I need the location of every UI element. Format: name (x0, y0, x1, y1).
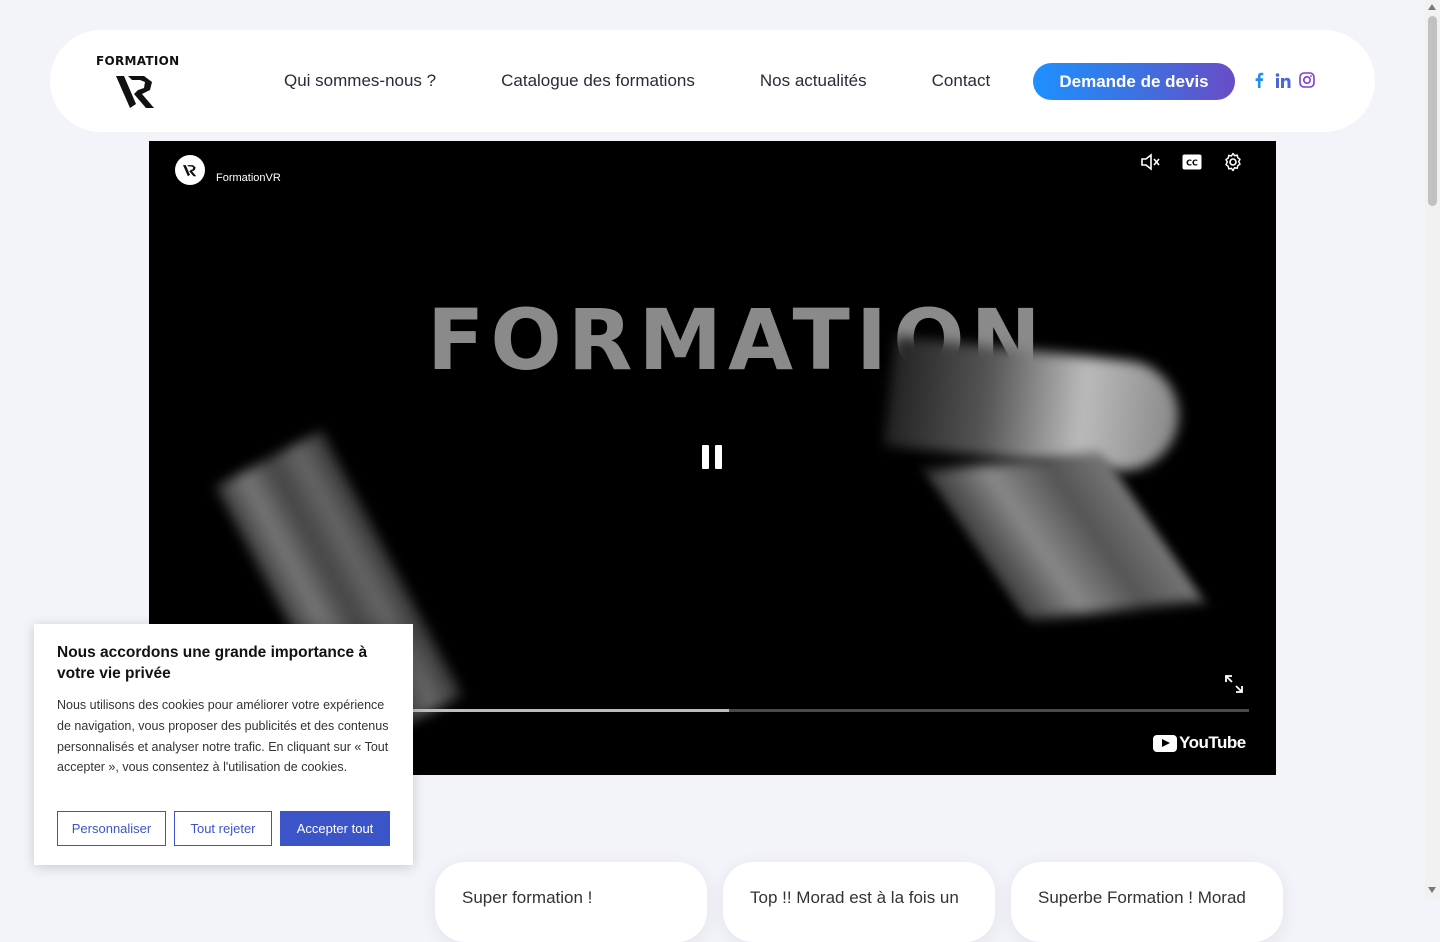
video-progress-bar[interactable] (411, 709, 1249, 712)
quote-request-button[interactable]: Demande de devis (1033, 63, 1235, 100)
testimonial-card: Top !! Morad est à la fois un (723, 862, 995, 942)
youtube-play-icon (1153, 734, 1177, 752)
settings-icon[interactable] (1222, 151, 1244, 173)
scroll-up-arrow-icon[interactable] (1428, 4, 1436, 10)
nav-item-actualites[interactable]: Nos actualités (760, 71, 867, 91)
nav-item-contact[interactable]: Contact (932, 71, 991, 91)
scrollbar-thumb[interactable] (1428, 16, 1437, 206)
testimonial-text: Super formation ! (462, 888, 593, 907)
captions-icon[interactable]: CC (1181, 151, 1203, 173)
cookie-actions: Personnaliser Tout rejeter Accepter tout (57, 811, 390, 846)
social-links (1250, 70, 1322, 90)
cookie-consent-banner: Nous accordons une grande importance à v… (34, 624, 413, 865)
logo-text: FORMATION (96, 54, 180, 68)
linkedin-icon[interactable] (1274, 70, 1292, 90)
pause-bar-left (702, 445, 709, 469)
pause-bar-right (715, 445, 722, 469)
youtube-logo[interactable]: YouTube (1153, 733, 1246, 753)
pause-button[interactable] (699, 443, 725, 471)
testimonial-text: Superbe Formation ! Morad (1038, 888, 1246, 907)
site-header: FORMATION Qui sommes-nous ? Catalogue de… (50, 30, 1375, 132)
cookie-customize-button[interactable]: Personnaliser (57, 811, 166, 846)
youtube-wordmark: YouTube (1179, 733, 1246, 752)
testimonial-card: Super formation ! (435, 862, 707, 942)
fullscreen-icon[interactable] (1223, 673, 1245, 695)
channel-name[interactable]: FormationVR (216, 172, 281, 184)
motion-shape-right-leg (924, 451, 1204, 621)
video-progress-fill (411, 709, 730, 712)
vr-logo-mark (116, 76, 154, 108)
testimonial-card: Superbe Formation ! Morad (1011, 862, 1283, 942)
site-logo[interactable]: FORMATION (96, 54, 180, 110)
cookie-accept-button[interactable]: Accepter tout (280, 811, 390, 846)
testimonial-text: Top !! Morad est à la fois un (750, 888, 959, 907)
cookie-description: Nous utilisons des cookies pour améliore… (57, 698, 389, 775)
nav-item-catalogue[interactable]: Catalogue des formations (501, 71, 695, 91)
cookie-reject-button[interactable]: Tout rejeter (174, 811, 272, 846)
nav-item-qui-sommes-nous[interactable]: Qui sommes-nous ? (284, 71, 436, 91)
channel-avatar[interactable] (175, 155, 205, 185)
facebook-icon[interactable] (1250, 70, 1268, 90)
mute-icon[interactable] (1140, 151, 1162, 173)
instagram-icon[interactable] (1298, 70, 1316, 90)
cookie-title: Nous accordons une grande importance à v… (57, 644, 368, 682)
scroll-down-arrow-icon[interactable] (1428, 887, 1436, 893)
page-scrollbar[interactable] (1425, 0, 1440, 900)
main-nav: Qui sommes-nous ? Catalogue des formatio… (284, 30, 990, 132)
svg-text:CC: CC (1186, 159, 1198, 168)
motion-shape-right-top (884, 336, 1184, 476)
